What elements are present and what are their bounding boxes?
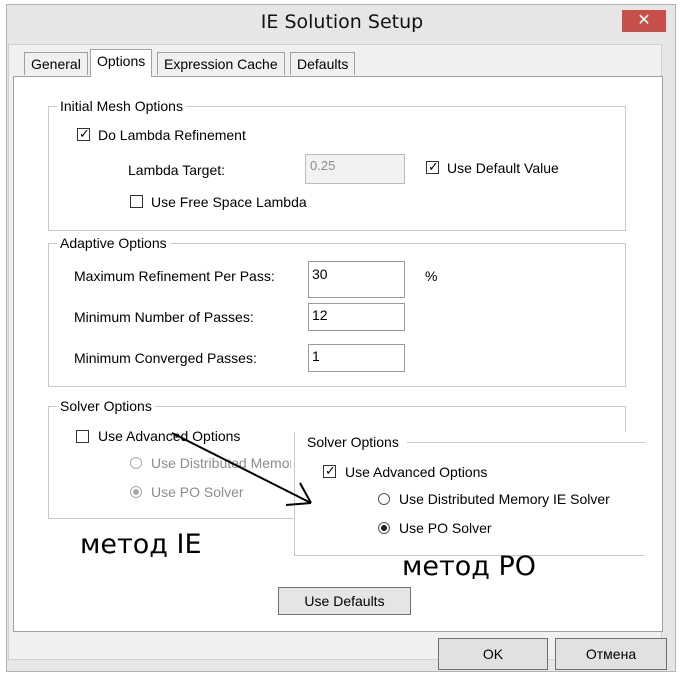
annotation-arrow-icon <box>171 432 312 506</box>
method-po-annotation: метод PO <box>402 551 537 582</box>
